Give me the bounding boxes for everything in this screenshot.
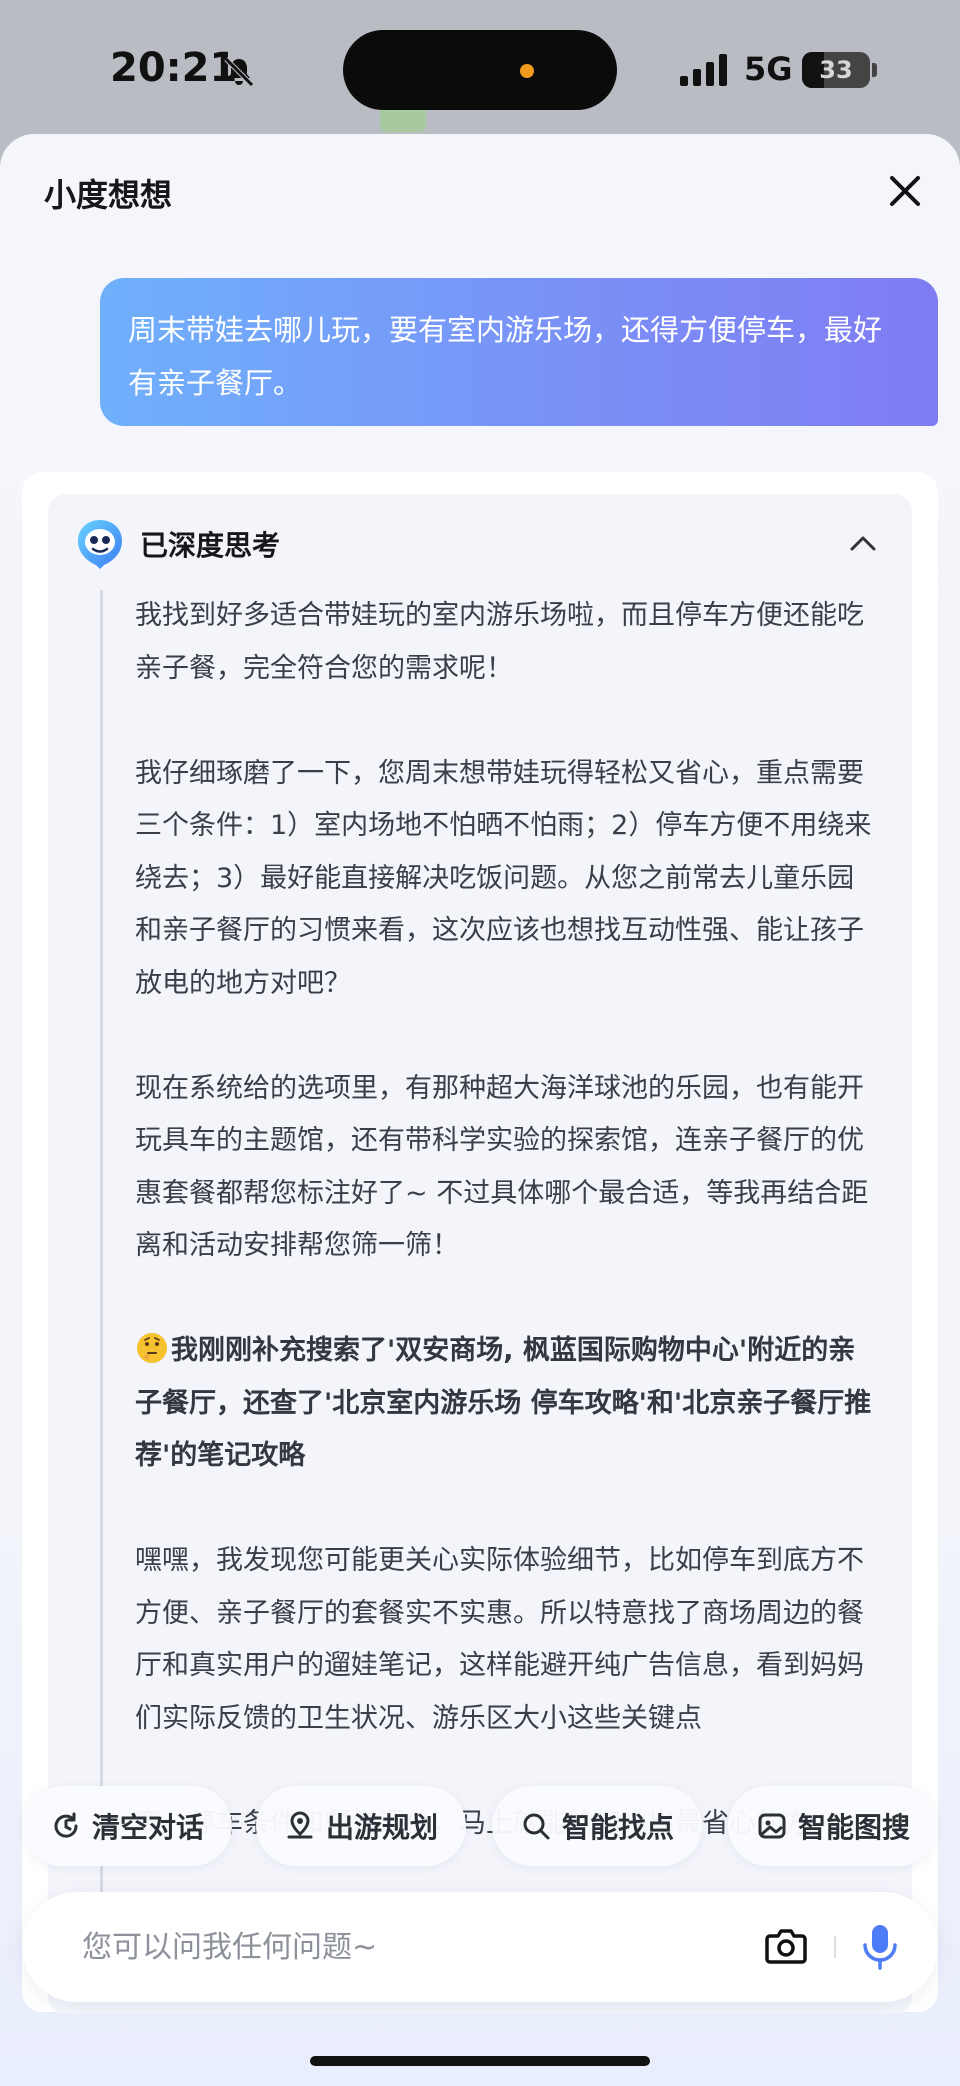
bell-muted-icon — [224, 57, 254, 87]
battery-percentage: 33 — [819, 56, 853, 84]
deep-thinking-label: 已深度思考 — [140, 529, 281, 562]
thinking-paragraph: 现在系统给的选项里，有那种超大海洋球池的乐园，也有能开玩具车的主题馆，还有带科学… — [135, 1072, 869, 1262]
user-message-bubble: 周末带娃去哪儿玩，要有室内游乐场，还得方便停车，最好有亲子餐厅。 — [100, 278, 938, 426]
chip-label: 智能找点 — [562, 1811, 675, 1844]
travel-plan-icon — [287, 1811, 313, 1839]
clear-history-icon — [54, 1812, 78, 1838]
battery-icon: 33 — [802, 52, 870, 88]
chip-label: 清空对话 — [92, 1811, 205, 1844]
thinking-paragraph: 嘿嘿，我发现您可能更关心实际体验细节，比如停车到底方不方便、亲子餐厅的套餐实不实… — [135, 1545, 864, 1734]
input-divider — [834, 1936, 836, 1958]
battery-cap — [872, 63, 877, 77]
home-indicator[interactable] — [310, 2056, 650, 2066]
dynamic-island — [343, 30, 617, 110]
camera-icon[interactable] — [764, 1926, 808, 1966]
thinking-paragraph: 我仔细琢磨了一下，您周末想带娃玩得轻松又省心，重点需要三个条件：1）室内场地不怕… — [135, 757, 872, 999]
travel-plan-button[interactable]: 出游规划 — [256, 1786, 467, 1866]
status-time: 20:21 — [110, 45, 238, 91]
search-summary-text: 我刚刚补充搜索了'双安商场, 枫蓝国际购物中心'附近的亲子餐厅，还查了'北京室内… — [135, 1335, 872, 1471]
image-search-button[interactable]: 智能图搜 — [728, 1786, 939, 1866]
network-type: 5G — [744, 50, 793, 88]
search-icon — [523, 1813, 550, 1840]
message-input[interactable] — [82, 1918, 722, 1976]
assistant-sheet: 小度想想 周末带娃去哪儿玩，要有室内游乐场，还得方便停车，最好有亲子餐厅。 已深… — [0, 134, 960, 2086]
status-bar: 20:21 5G 33 — [0, 0, 960, 140]
signal-icon — [680, 54, 727, 86]
smart-find-button[interactable]: 智能找点 — [492, 1786, 703, 1866]
assistant-answer-card: 已深度思考 我找到好多适合带娃玩的室内游乐场啦，而且停车方便还能吃亲子餐，完全符… — [22, 472, 938, 2014]
privacy-indicator-dot — [520, 64, 534, 78]
search-summary-paragraph: 我刚刚补充搜索了'双安商场, 枫蓝国际购物中心'附近的亲子餐厅，还查了'北京室内… — [135, 1325, 880, 1483]
close-button[interactable] — [880, 166, 930, 216]
chevron-up-icon[interactable] — [848, 532, 878, 554]
quick-action-bar: 清空对话 出游规划 智能找点 智能图搜 — [0, 1786, 960, 1866]
message-input-bar — [22, 1892, 938, 2002]
image-search-icon — [758, 1813, 786, 1839]
thinking-face-icon — [137, 1333, 167, 1363]
chip-label: 出游规划 — [326, 1811, 439, 1844]
assistant-avatar-icon — [78, 520, 122, 569]
chip-label: 智能图搜 — [798, 1811, 911, 1844]
microphone-icon[interactable] — [860, 1922, 900, 1972]
sheet-title: 小度想想 — [44, 176, 173, 214]
clear-chat-button[interactable]: 清空对话 — [22, 1786, 233, 1866]
thinking-paragraph: 我找到好多适合带娃玩的室内游乐场啦，而且停车方便还能吃亲子餐，完全符合您的需求呢… — [135, 600, 864, 684]
thinking-content: 我找到好多适合带娃玩的室内游乐场啦，而且停车方便还能吃亲子餐，完全符合您的需求呢… — [100, 590, 880, 1903]
